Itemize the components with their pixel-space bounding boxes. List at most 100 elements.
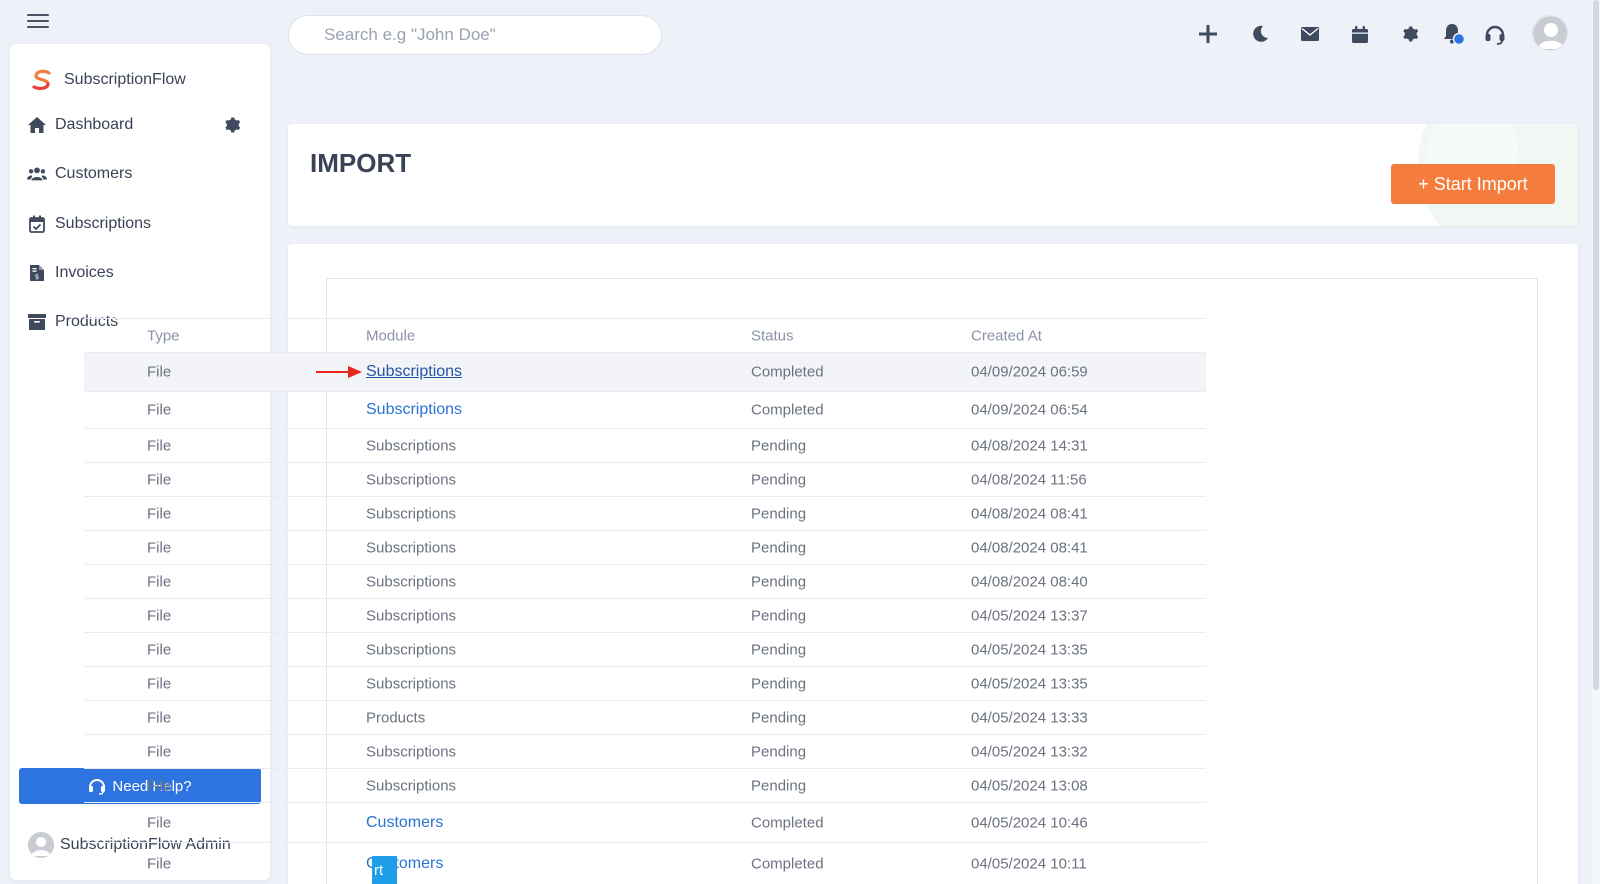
search-input[interactable] [288, 15, 662, 55]
column-header-created-at[interactable]: Created At [971, 327, 1042, 344]
cell-type: File [147, 777, 172, 794]
table-row[interactable]: File Subscriptions Pending 04/08/2024 08… [84, 496, 1206, 530]
cell-type: File [147, 363, 172, 381]
cell-created-at: 04/08/2024 11:56 [971, 471, 1087, 488]
mail-icon[interactable] [1298, 22, 1322, 46]
table-row[interactable]: File Products Pending 04/05/2024 13:33 [84, 700, 1206, 734]
cell-type: File [147, 573, 172, 590]
module-link[interactable]: Subscriptions [366, 363, 462, 381]
cell-created-at: 04/05/2024 10:11 [971, 855, 1087, 872]
table-row[interactable]: File Subscriptions Pending 04/05/2024 13… [84, 632, 1206, 666]
sidebar-item-label: Customers [55, 165, 133, 182]
cell-created-at: 04/09/2024 06:54 [971, 401, 1088, 419]
cell-created-at: 04/09/2024 06:59 [971, 363, 1088, 381]
brand[interactable]: SubscriptionFlow [30, 68, 186, 92]
cell-type: File [147, 814, 172, 831]
cell-status: Pending [751, 709, 807, 726]
table-row[interactable]: File Subscriptions Pending 04/05/2024 13… [84, 666, 1206, 700]
cell-type: File [147, 471, 172, 488]
cell-module: Subscriptions [366, 471, 457, 488]
cell-module: Subscriptions [366, 743, 457, 760]
cell-status: Pending [751, 777, 807, 794]
moon-icon[interactable] [1248, 22, 1272, 46]
cell-module: Subscriptions [366, 607, 457, 624]
cell-type: File [147, 505, 172, 522]
cell-created-at: 04/08/2024 14:31 [971, 437, 1088, 454]
bell-icon[interactable] [1442, 22, 1466, 46]
table-row[interactable]: File Subscriptions Pending 04/08/2024 14… [84, 428, 1206, 462]
column-header-module[interactable]: Module [366, 327, 415, 344]
cell-status: Pending [751, 675, 807, 692]
cell-type: File [147, 855, 172, 872]
scrollbar-thumb[interactable] [1593, 0, 1599, 690]
column-header-status[interactable]: Status [751, 327, 794, 344]
brand-logo-icon [32, 69, 51, 91]
home-icon [27, 115, 47, 135]
sidebar-item-invoices[interactable]: $ Invoices [27, 259, 257, 287]
calendar-check-icon [27, 214, 47, 234]
brand-name: SubscriptionFlow [64, 71, 186, 88]
plus-icon[interactable] [1196, 22, 1220, 46]
headset-icon[interactable] [1483, 22, 1507, 46]
table-row[interactable]: File Subscriptions Pending 04/05/2024 13… [84, 768, 1206, 802]
cell-status: Pending [751, 437, 807, 454]
menu-toggle-icon[interactable] [27, 14, 49, 30]
module-link[interactable]: Subscriptions [366, 401, 462, 419]
column-header-type[interactable]: Type [147, 327, 180, 344]
cell-created-at: 04/08/2024 08:41 [971, 539, 1088, 556]
sidebar-item-customers[interactable]: Customers [27, 160, 257, 188]
import-header-card: IMPORT + Start Import [288, 124, 1578, 226]
table-row[interactable]: File Subscriptions Completed 04/09/2024 … [84, 352, 1206, 391]
cell-created-at: 04/08/2024 08:40 [971, 573, 1088, 590]
red-arrow-annotation [316, 366, 362, 378]
cell-module: Subscriptions [366, 675, 457, 692]
user-avatar[interactable] [1532, 15, 1568, 51]
cell-module: Subscriptions [366, 437, 457, 454]
archive-icon [27, 312, 47, 332]
table-row[interactable]: File Subscriptions Pending 04/08/2024 08… [84, 530, 1206, 564]
cell-module: Subscriptions [366, 539, 457, 556]
cell-status: Pending [751, 607, 807, 624]
cell-created-at: 04/05/2024 13:35 [971, 675, 1088, 692]
sidebar-item-label: Invoices [55, 264, 114, 281]
cell-created-at: 04/05/2024 13:33 [971, 709, 1088, 726]
cell-status: Pending [751, 573, 807, 590]
cell-module: Products [366, 709, 426, 726]
table-row[interactable]: File Subscriptions Pending 04/08/2024 11… [84, 462, 1206, 496]
table-row[interactable]: File Subscriptions Pending 04/05/2024 13… [84, 598, 1206, 632]
start-import-button[interactable]: + Start Import [1391, 164, 1555, 204]
svg-text:$: $ [35, 273, 39, 281]
cell-module: Subscriptions [366, 573, 457, 590]
cell-type: File [147, 401, 172, 419]
page-scrollbar[interactable] [1592, 0, 1600, 884]
floating-tab[interactable]: rt [372, 856, 397, 884]
sidebar-item-label: Dashboard [55, 116, 134, 133]
cell-created-at: 04/05/2024 13:37 [971, 607, 1088, 624]
table-row[interactable]: File Customers Completed 04/05/2024 10:4… [84, 802, 1206, 842]
table-row[interactable]: File Subscriptions Pending 04/05/2024 13… [84, 734, 1206, 768]
cell-created-at: 04/08/2024 08:41 [971, 505, 1088, 522]
cell-type: File [147, 539, 172, 556]
table-header-row: Type Module Status Created At [84, 318, 1206, 352]
page-title: IMPORT [310, 148, 412, 178]
cell-status: Completed [751, 401, 824, 419]
cell-created-at: 04/05/2024 10:46 [971, 814, 1088, 831]
sidebar-item-subscriptions[interactable]: Subscriptions [27, 210, 257, 238]
cell-type: File [147, 437, 172, 454]
cell-type: File [147, 641, 172, 658]
table-row[interactable]: File Subscriptions Pending 04/08/2024 08… [84, 564, 1206, 598]
dashboard-settings-gear-icon[interactable] [223, 116, 241, 134]
cell-status: Completed [751, 363, 824, 381]
cell-type: File [147, 743, 172, 760]
cell-status: Pending [751, 641, 807, 658]
calendar-icon[interactable] [1348, 22, 1372, 46]
gear-icon[interactable] [1398, 22, 1422, 46]
table-row[interactable]: File Subscriptions Completed 04/09/2024 … [84, 391, 1206, 428]
module-link[interactable]: Customers [366, 814, 443, 832]
cell-created-at: 04/05/2024 13:32 [971, 743, 1088, 760]
cell-created-at: 04/05/2024 13:08 [971, 777, 1088, 794]
cell-module: Subscriptions [366, 641, 457, 658]
table-row[interactable]: File Customers Completed 04/05/2024 10:1… [84, 842, 1206, 884]
avatar [28, 832, 54, 858]
cell-status: Completed [751, 855, 824, 872]
